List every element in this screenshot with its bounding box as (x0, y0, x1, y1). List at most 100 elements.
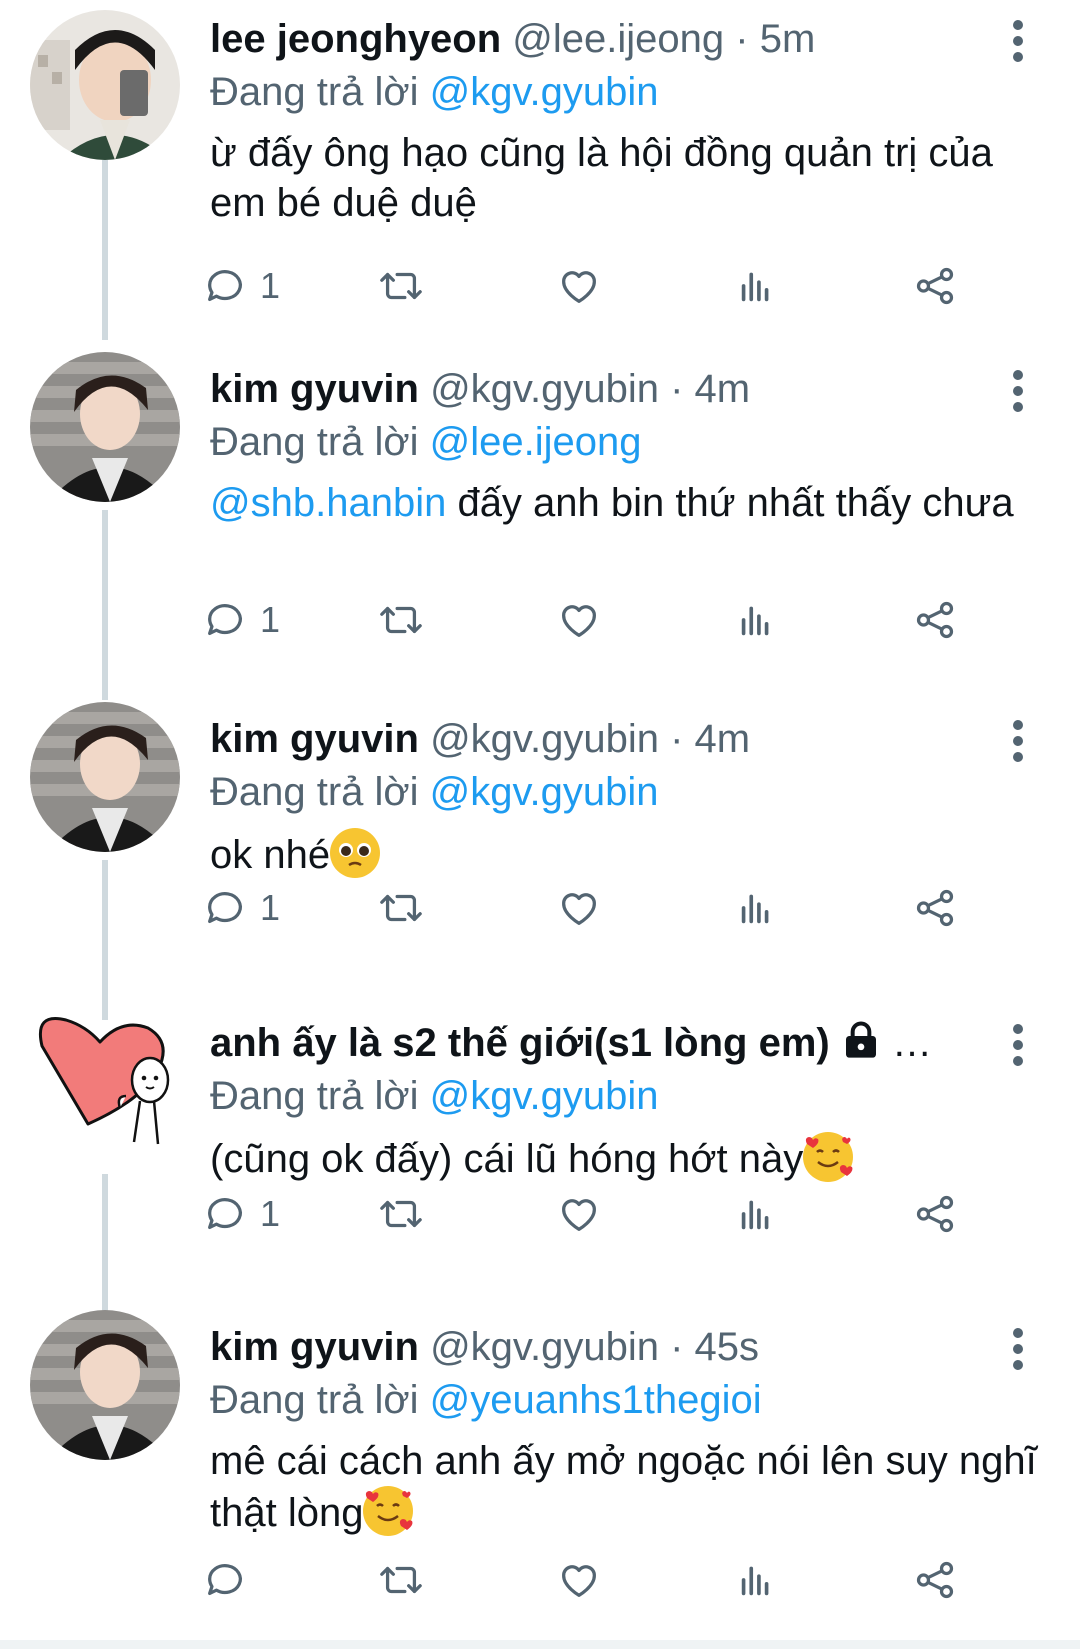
share-icon (916, 889, 954, 927)
reply-icon (208, 1198, 242, 1230)
tweet-actions: 1 (208, 1184, 1010, 1244)
reply-to-mention[interactable]: @kgv.gyubin (430, 70, 659, 114)
tweet[interactable]: kim gyuvin @kgv.gyubin · 45s Đang trả lờ… (0, 1308, 1080, 1640)
avatar[interactable] (30, 1310, 180, 1460)
share-button[interactable] (912, 256, 958, 316)
heart-icon (562, 893, 596, 925)
tweet[interactable]: kim gyuvin @kgv.gyubin · 4m Đang trả lời… (0, 350, 1080, 700)
timestamp[interactable]: 4m (695, 717, 751, 761)
reply-to-mention[interactable]: @kgv.gyubin (430, 1074, 659, 1118)
separator-dot: · (670, 717, 684, 761)
tweet-header: lee jeonghyeon @lee.ijeong · 5m (210, 12, 990, 66)
reply-button[interactable]: 1 (202, 1184, 280, 1244)
share-button[interactable] (912, 1550, 958, 1610)
smiling-face-with-hearts-emoji (363, 1486, 414, 1536)
display-name[interactable]: kim gyuvin (210, 1325, 419, 1369)
thread-line (102, 160, 108, 340)
more-vertical-icon[interactable] (998, 366, 1038, 416)
retweet-icon (380, 894, 422, 922)
user-handle[interactable]: @kgv.gyubin (430, 367, 659, 411)
like-button[interactable] (556, 878, 602, 938)
body-mention[interactable]: @shb.hanbin (210, 481, 446, 525)
reply-context: Đang trả lời @kgv.gyubin (210, 766, 659, 818)
views-button[interactable] (734, 1550, 780, 1610)
tweet-header: anh ấy là s2 thế giới(s1 lòng em) @y... (210, 1016, 970, 1070)
views-icon (741, 1200, 769, 1230)
avatar[interactable] (30, 352, 180, 502)
retweet-button[interactable] (378, 1550, 424, 1610)
lock-icon (845, 1021, 876, 1058)
like-button[interactable] (556, 256, 602, 316)
retweet-button[interactable] (378, 590, 424, 650)
tweet[interactable]: kim gyuvin @kgv.gyubin · 4m Đang trả lời… (0, 700, 1080, 1020)
display-name[interactable]: kim gyuvin (210, 717, 419, 761)
reply-to-mention[interactable]: @kgv.gyubin (430, 770, 659, 814)
tweet-header: kim gyuvin @kgv.gyubin · 45s (210, 1320, 990, 1374)
reply-count: 1 (260, 265, 281, 306)
retweet-button[interactable] (378, 256, 424, 316)
user-handle[interactable]: @y... (892, 1021, 970, 1065)
like-button[interactable] (556, 590, 602, 650)
more-vertical-icon[interactable] (998, 1324, 1038, 1374)
views-button[interactable] (734, 878, 780, 938)
reply-context: Đang trả lời @lee.ijeong (210, 416, 642, 468)
share-icon (916, 267, 954, 305)
reply-button[interactable]: 1 (202, 878, 280, 938)
display-name[interactable]: anh ấy là s2 thế giới(s1 lòng em) (210, 1021, 830, 1065)
avatar[interactable] (30, 702, 180, 852)
views-button[interactable] (734, 590, 780, 650)
pleading-face-emoji (330, 828, 381, 878)
timestamp[interactable]: 45s (695, 1325, 760, 1369)
views-button[interactable] (734, 256, 780, 316)
body-text: (cũng ok đấy) cái lũ hóng hớt này (210, 1137, 804, 1181)
heart-sticker-avatar[interactable] (30, 1004, 180, 1154)
user-handle[interactable]: @kgv.gyubin (430, 1325, 659, 1369)
more-vertical-icon[interactable] (998, 16, 1038, 66)
reply-button[interactable]: 1 (202, 590, 280, 650)
reply-to-mention[interactable]: @yeuanhs1thegioi (430, 1378, 762, 1422)
tweet-actions: 1 (208, 256, 1010, 316)
reply-context: Đang trả lời @kgv.gyubin (210, 66, 659, 118)
retweet-button[interactable] (378, 1184, 424, 1244)
views-icon (741, 1566, 769, 1596)
user-handle[interactable]: @lee.ijeong (512, 17, 724, 61)
reply-to-mention[interactable]: @lee.ijeong (430, 420, 642, 464)
reply-context: Đang trả lời @yeuanhs1thegioi (210, 1374, 762, 1426)
separator-dot: · (670, 1325, 684, 1369)
timestamp[interactable]: 4m (695, 367, 751, 411)
share-icon (916, 601, 954, 639)
tweet-actions (208, 1550, 1010, 1610)
reply-button[interactable]: 1 (202, 256, 280, 316)
more-vertical-icon[interactable] (998, 716, 1038, 766)
share-button[interactable] (912, 1184, 958, 1244)
tweet-text: @shb.hanbin đấy anh bin thứ nhất thấy ch… (210, 478, 1040, 528)
share-button[interactable] (912, 878, 958, 938)
heart-icon (562, 605, 596, 637)
bottom-divider (0, 1640, 1080, 1649)
heart-icon (562, 1565, 596, 1597)
reply-count: 1 (260, 887, 281, 928)
display-name[interactable]: kim gyuvin (210, 367, 419, 411)
timestamp[interactable]: 5m (760, 17, 816, 61)
like-button[interactable] (556, 1550, 602, 1610)
reply-button[interactable] (202, 1550, 260, 1610)
tweet-text: ok nhé (210, 828, 1040, 880)
share-button[interactable] (912, 590, 958, 650)
body-text: ok nhé (210, 833, 331, 877)
views-button[interactable] (734, 1184, 780, 1244)
reply-thread: lee jeonghyeon @lee.ijeong · 5m Đang trả… (0, 0, 1080, 1649)
user-handle[interactable]: @kgv.gyubin (430, 717, 659, 761)
reply-icon (208, 270, 242, 302)
separator-dot: · (735, 17, 749, 61)
thread-line (102, 860, 108, 1020)
display-name[interactable]: lee jeonghyeon (210, 17, 501, 61)
tweet[interactable]: lee jeonghyeon @lee.ijeong · 5m Đang trả… (0, 0, 1080, 340)
views-icon (741, 894, 769, 924)
retweet-icon (380, 272, 422, 300)
tweet[interactable]: anh ấy là s2 thế giới(s1 lòng em) @y... … (0, 1004, 1080, 1334)
retweet-button[interactable] (378, 878, 424, 938)
like-button[interactable] (556, 1184, 602, 1244)
avatar[interactable] (30, 10, 180, 160)
views-icon (741, 606, 769, 636)
more-vertical-icon[interactable] (998, 1020, 1038, 1070)
